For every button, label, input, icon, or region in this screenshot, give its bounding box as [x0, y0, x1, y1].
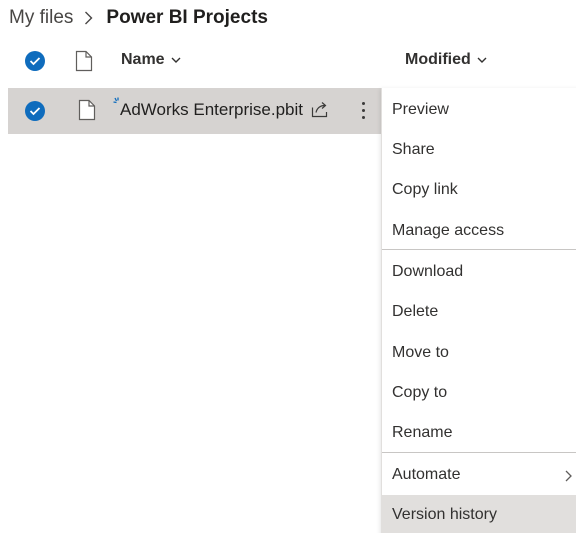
menu-item-label: Version history	[392, 506, 497, 523]
onedrive-file-list: My files Power BI Projects Name Modified	[0, 0, 576, 533]
more-actions-icon[interactable]	[357, 99, 369, 121]
menu-item-preview[interactable]: Preview	[382, 90, 576, 130]
menu-item-label: Download	[392, 263, 464, 280]
chevron-down-icon	[171, 51, 181, 69]
menu-item-label: Move to	[392, 344, 449, 361]
share-icon[interactable]	[311, 101, 330, 123]
chevron-right-icon	[84, 11, 96, 25]
chevron-down-icon	[477, 51, 487, 69]
breadcrumb: My files Power BI Projects	[9, 5, 268, 31]
menu-item-delete[interactable]: Delete	[382, 292, 576, 332]
menu-item-label: Rename	[392, 424, 453, 441]
file-name[interactable]: AdWorks Enterprise.pbit	[120, 100, 303, 120]
menu-item-label: Manage access	[392, 222, 505, 239]
menu-item-copy-to[interactable]: Copy to	[382, 373, 576, 413]
file-type-header-icon[interactable]	[75, 50, 93, 77]
menu-item-download[interactable]: Download	[382, 252, 576, 292]
menu-divider	[382, 452, 576, 453]
menu-item-move-to[interactable]: Move to	[382, 333, 576, 373]
file-row[interactable]: AdWorks Enterprise.pbit	[8, 88, 388, 134]
menu-item-label: Delete	[392, 303, 439, 320]
select-all-checkbox[interactable]	[25, 51, 45, 71]
breadcrumb-my-files[interactable]: My files	[9, 7, 73, 29]
modified-column-label: Modified	[405, 51, 471, 68]
menu-item-label: Copy link	[392, 181, 458, 198]
chevron-right-icon	[565, 469, 572, 487]
breadcrumb-current-folder: Power BI Projects	[106, 7, 268, 28]
file-icon	[78, 99, 96, 126]
name-column-label: Name	[121, 51, 165, 68]
menu-item-manage-access[interactable]: Manage access	[382, 211, 576, 251]
menu-item-rename[interactable]: Rename	[382, 413, 576, 453]
checkmark-icon	[29, 107, 41, 116]
column-header-row: Name Modified	[0, 40, 576, 82]
menu-divider	[382, 249, 576, 250]
modified-column-header[interactable]: Modified	[405, 51, 487, 69]
row-checkbox[interactable]	[25, 101, 45, 121]
menu-item-label: Share	[392, 141, 435, 158]
menu-item-share[interactable]: Share	[382, 130, 576, 170]
menu-item-label: Copy to	[392, 384, 448, 401]
checkmark-icon	[29, 57, 41, 66]
menu-item-copy-link[interactable]: Copy link	[382, 170, 576, 210]
name-column-header[interactable]: Name	[121, 51, 181, 69]
menu-item-version-history[interactable]: Version history	[382, 495, 576, 533]
menu-item-label: Preview	[392, 101, 449, 118]
context-menu: Preview Share Copy link Manage access Do…	[381, 88, 576, 533]
menu-item-automate[interactable]: Automate	[382, 455, 576, 495]
menu-item-label: Automate	[392, 466, 461, 483]
